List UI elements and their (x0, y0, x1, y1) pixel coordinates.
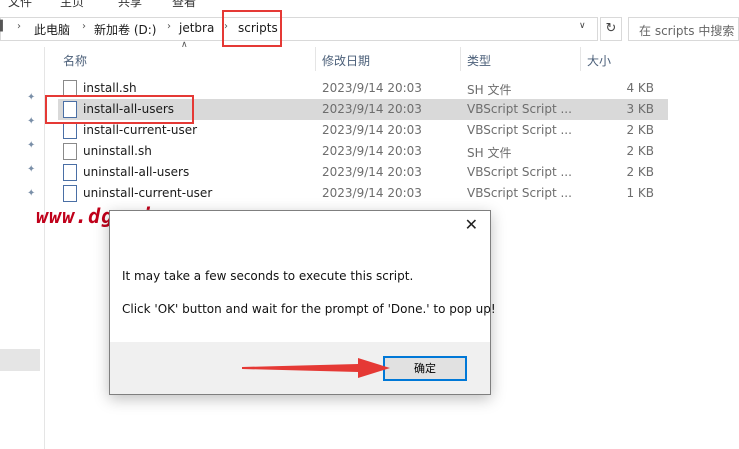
file-type: VBScript Script ... (467, 186, 572, 200)
file-type: VBScript Script ... (467, 123, 572, 137)
file-name: uninstall.sh (83, 144, 152, 158)
pin-icon[interactable]: ✦ (27, 188, 35, 199)
annotation-box-scripts (222, 10, 282, 47)
document-icon (63, 143, 77, 160)
navigation-pane: ✦ ✦ ✦ ✦ ✦ (0, 47, 45, 449)
file-size: 2 KB (626, 165, 654, 179)
column-header-date[interactable]: 修改日期 (322, 52, 370, 69)
file-name: install-current-user (83, 123, 198, 137)
file-size: 2 KB (626, 123, 654, 137)
chevron-right-icon[interactable]: › (17, 21, 21, 32)
ribbon-tab[interactable]: 主页 (60, 0, 84, 8)
column-divider[interactable] (315, 47, 316, 71)
file-row[interactable]: uninstall-current-user 2023/9/14 20:03 V… (58, 183, 668, 204)
file-name: uninstall-all-users (83, 165, 190, 179)
file-size: 1 KB (626, 186, 654, 200)
file-date: 2023/9/14 20:03 (322, 165, 422, 179)
file-row[interactable]: uninstall.sh 2023/9/14 20:03 SH 文件 2 KB (58, 141, 668, 162)
breadcrumb-this-pc[interactable]: 此电脑 (34, 21, 70, 38)
ribbon-tab[interactable]: 文件 (8, 0, 32, 8)
file-date: 2023/9/14 20:03 (322, 144, 422, 158)
dialog-message-line1: It may take a few seconds to execute thi… (122, 269, 414, 283)
ribbon-tabs-clipped: 文件 主页 共享 查看 (0, 0, 739, 8)
refresh-button[interactable]: ↻ (600, 17, 622, 41)
breadcrumb-jetbra[interactable]: jetbra (179, 21, 214, 35)
close-icon[interactable]: ✕ (465, 215, 478, 234)
chevron-right-icon[interactable]: › (167, 21, 171, 32)
vbscript-icon (63, 122, 77, 139)
breadcrumb-drive[interactable]: 新加卷 (D:) (94, 21, 156, 38)
file-name: uninstall-current-user (83, 186, 213, 200)
file-type: SH 文件 (467, 146, 512, 160)
nav-item-selected[interactable] (0, 349, 40, 371)
pin-icon[interactable]: ✦ (27, 116, 35, 127)
file-date: 2023/9/14 20:03 (322, 123, 422, 137)
ok-button[interactable]: 确定 (383, 356, 467, 381)
pin-icon[interactable]: ✦ (27, 92, 35, 103)
pin-icon[interactable]: ✦ (27, 164, 35, 175)
annotation-box-file (45, 95, 194, 124)
file-date: 2023/9/14 20:03 (322, 81, 422, 95)
file-size: 4 KB (626, 81, 654, 95)
file-row[interactable]: uninstall-all-users 2023/9/14 20:03 VBSc… (58, 162, 668, 183)
address-bar[interactable]: ▌ › 此电脑 › 新加卷 (D:) › jetbra › scripts ∨ (0, 17, 598, 41)
annotation-arrow-icon (242, 358, 390, 378)
address-row: ▌ › 此电脑 › 新加卷 (D:) › jetbra › scripts ∨ … (0, 9, 739, 47)
file-date: 2023/9/14 20:03 (322, 186, 422, 200)
vbscript-icon (63, 164, 77, 181)
pin-icon[interactable]: ✦ (27, 140, 35, 151)
column-header-type[interactable]: 类型 (467, 52, 491, 69)
ribbon-tab[interactable]: 查看 (172, 0, 196, 8)
sort-up-icon: ∧ (181, 40, 188, 50)
ribbon-tab[interactable]: 共享 (118, 0, 142, 8)
column-header-name[interactable]: 名称 (63, 52, 87, 69)
file-type: VBScript Script ... (467, 165, 572, 179)
column-header-size[interactable]: 大小 (587, 52, 611, 69)
refresh-icon: ↻ (605, 21, 617, 36)
file-type: SH 文件 (467, 83, 512, 97)
chevron-right-icon[interactable]: › (82, 21, 86, 32)
vbscript-icon (63, 185, 77, 202)
chevron-down-icon[interactable]: ∨ (579, 21, 586, 31)
file-name: install.sh (83, 81, 137, 95)
column-divider[interactable] (580, 47, 581, 71)
search-input[interactable]: 在 scripts 中搜索 (628, 17, 739, 41)
dialog-message-line2: Click 'OK' button and wait for the promp… (122, 302, 496, 316)
file-type: VBScript Script ... (467, 102, 572, 116)
file-date: 2023/9/14 20:03 (322, 102, 422, 116)
search-placeholder: 在 scripts 中搜索 (639, 24, 735, 38)
folder-icon: ▌ (0, 21, 7, 32)
column-divider[interactable] (460, 47, 461, 71)
file-size: 3 KB (626, 102, 654, 116)
file-size: 2 KB (626, 144, 654, 158)
